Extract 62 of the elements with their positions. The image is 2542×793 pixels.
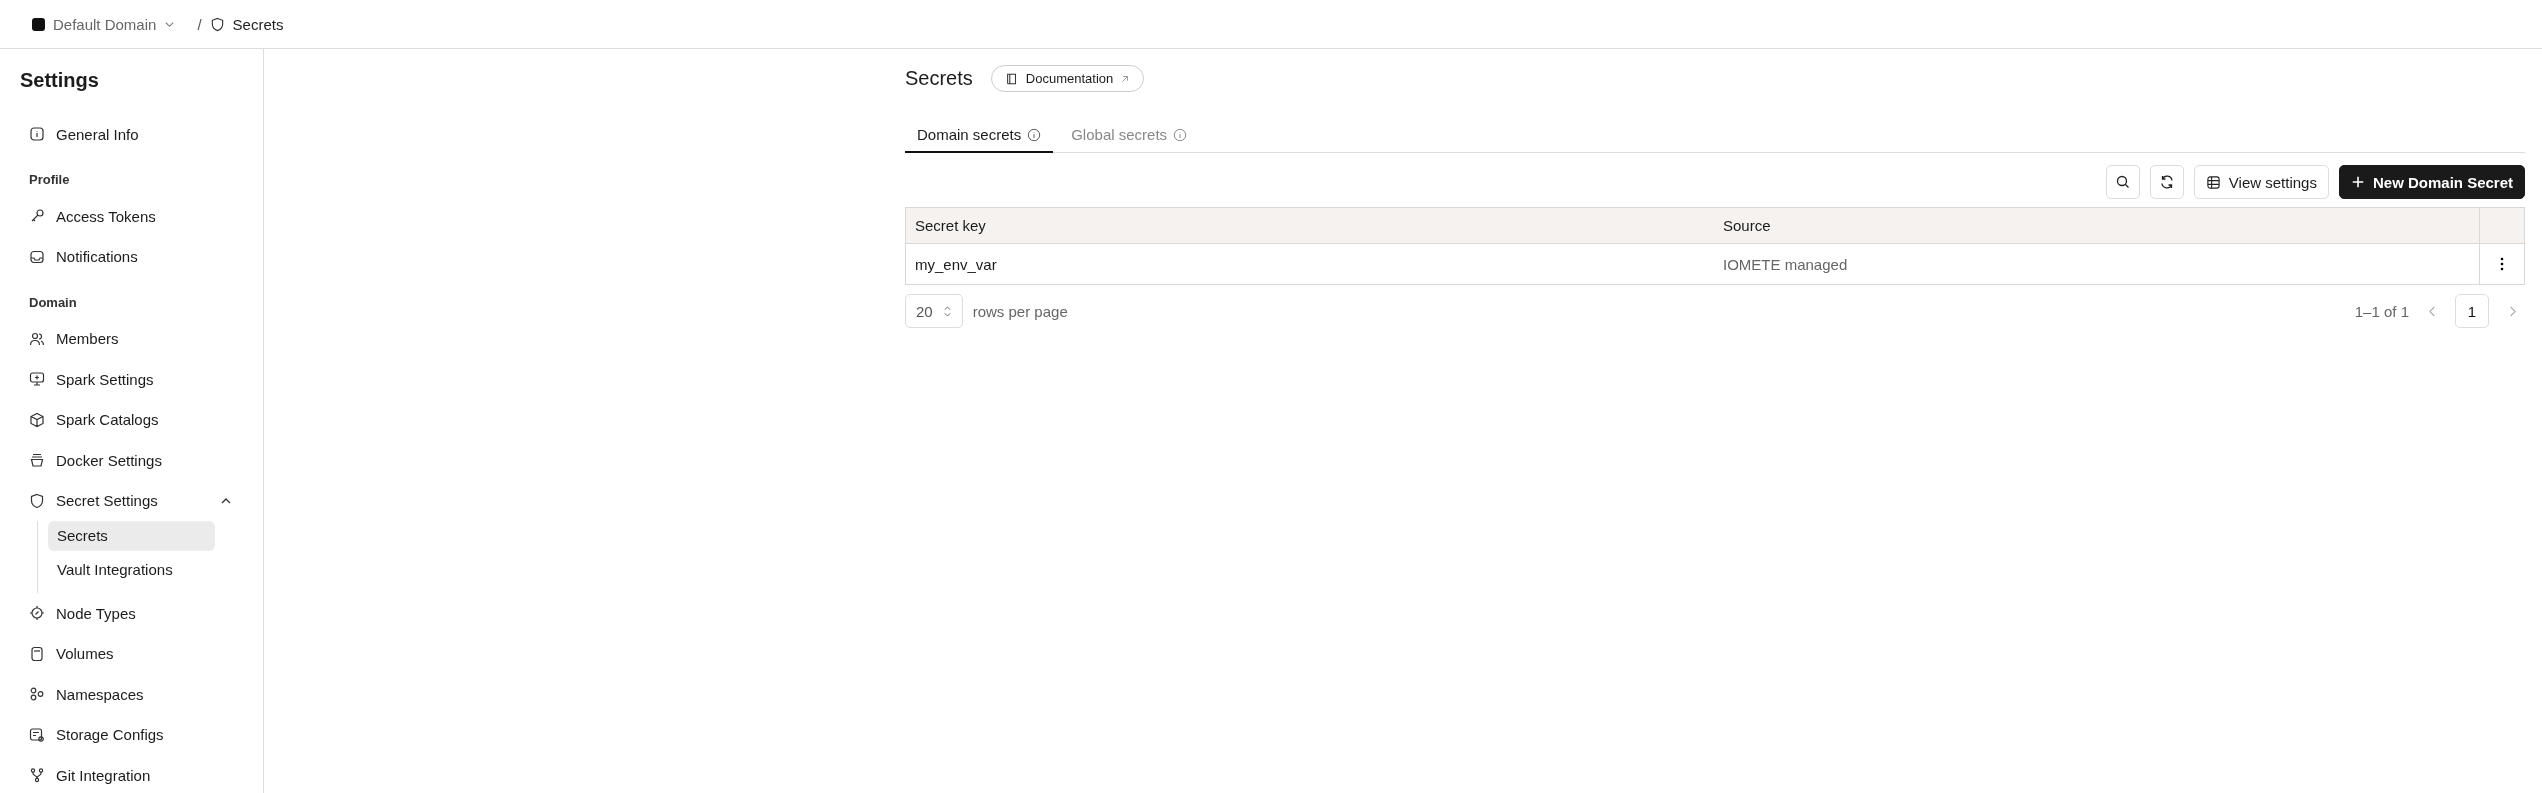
shield-icon <box>209 16 225 32</box>
chevron-left-icon <box>2427 305 2437 317</box>
column-header: Secret key <box>905 207 1714 244</box>
box-icon <box>29 411 45 428</box>
page-range: 1–1 of 1 <box>2354 302 2409 320</box>
users-icon <box>29 330 45 347</box>
column-header: Source <box>1714 207 2480 244</box>
key-icon <box>29 208 45 224</box>
sidebar-item[interactable]: Notifications <box>20 236 232 277</box>
breadcrumb-current: Secrets <box>232 15 284 33</box>
sidebar-item[interactable]: Spark Settings <box>20 359 232 399</box>
search-button[interactable] <box>2105 165 2140 199</box>
sidebar-item[interactable]: Git Integration <box>20 755 232 793</box>
rows-per-page-label: rows per page <box>972 302 1068 320</box>
info-icon <box>29 126 45 142</box>
sidebar-item[interactable]: Storage Configs <box>20 714 232 755</box>
sidebar-item[interactable]: Volumes <box>20 633 232 674</box>
external-link-icon <box>1120 73 1131 84</box>
plus-icon <box>2350 175 2365 189</box>
section-heading: Profile <box>29 172 71 187</box>
sidebar-item[interactable]: Namespaces <box>20 674 232 714</box>
git-icon <box>29 767 45 783</box>
table-cell: IOMETE managed <box>1714 243 2480 285</box>
sidebar-item[interactable]: Members <box>20 318 232 359</box>
page-size-select[interactable]: 20 <box>905 294 963 328</box>
tab[interactable]: Global secrets <box>1059 120 1200 153</box>
page-title: Secrets <box>905 67 973 90</box>
page-button[interactable]: 1 <box>2455 294 2489 328</box>
view-settings-button[interactable]: View settings <box>2193 165 2329 199</box>
shield-icon <box>29 492 45 509</box>
cpu-icon <box>29 605 45 621</box>
sidebar-item[interactable]: Docker Settings <box>20 440 232 480</box>
info-icon <box>1027 127 1042 142</box>
sidebar-subitem[interactable]: Vault Integrations <box>48 555 215 585</box>
tab[interactable]: Domain secrets <box>905 120 1054 153</box>
section-heading: Domain <box>29 294 78 310</box>
inbox-icon <box>29 248 45 265</box>
sidebar-subitem[interactable]: Secrets <box>48 521 215 551</box>
volume-icon <box>29 645 45 662</box>
bucket-icon <box>29 452 45 468</box>
table-cell: my_env_var <box>905 243 1714 285</box>
sidebar-item[interactable]: Node Types <box>20 593 232 633</box>
sidebar-item[interactable]: Secret Settings <box>20 480 232 521</box>
ns-icon <box>29 686 45 702</box>
sidebar-item[interactable]: Access Tokens <box>20 196 232 236</box>
monitor-icon <box>29 371 45 387</box>
storage-icon <box>29 726 45 743</box>
domain-logo-icon <box>32 17 45 31</box>
info-icon <box>1173 127 1188 142</box>
book-icon <box>1004 71 1019 86</box>
breadcrumb-separator: / <box>197 15 202 33</box>
up-down-chevron-icon <box>942 304 952 318</box>
domain-switcher[interactable]: Default Domain <box>53 15 176 33</box>
sidebar-title: Settings <box>20 69 100 92</box>
sidebar-item[interactable]: General Info <box>20 114 232 154</box>
kebab-icon <box>2500 257 2504 271</box>
table-icon <box>2205 174 2221 190</box>
search-icon <box>2114 174 2131 190</box>
new-secret-button[interactable]: New Domain Secret <box>2338 165 2525 199</box>
refresh-button[interactable] <box>2149 165 2184 199</box>
sidebar-item[interactable]: Spark Catalogs <box>20 399 232 440</box>
chevron-right-icon <box>2507 305 2517 317</box>
